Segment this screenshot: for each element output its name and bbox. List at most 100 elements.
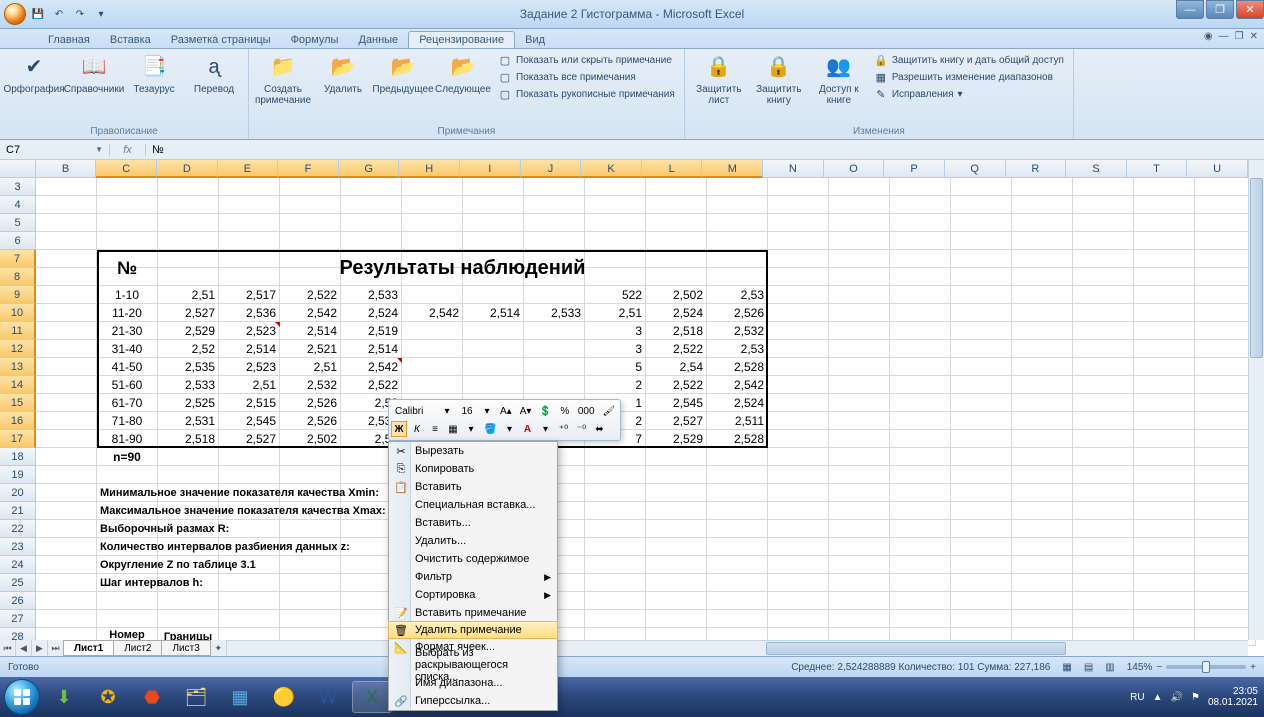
- cell-S8[interactable]: [1073, 268, 1134, 286]
- hscroll-thumb[interactable]: [766, 642, 1066, 655]
- cell-I5[interactable]: [463, 214, 524, 232]
- cell-P3[interactable]: [890, 178, 951, 196]
- cell-O20[interactable]: [829, 484, 890, 502]
- cell-O11[interactable]: [829, 322, 890, 340]
- context-item-5[interactable]: Удалить...: [389, 532, 557, 550]
- cell-S6[interactable]: [1073, 232, 1134, 250]
- cell-Q4[interactable]: [951, 196, 1012, 214]
- mini-percent-icon[interactable]: %: [557, 403, 573, 419]
- col-header-F[interactable]: F: [278, 160, 339, 178]
- cell-K27[interactable]: [585, 610, 646, 628]
- cell-B16[interactable]: [36, 412, 97, 430]
- cell-E5[interactable]: [219, 214, 280, 232]
- cell-R3[interactable]: [1012, 178, 1073, 196]
- col-header-C[interactable]: C: [96, 160, 157, 178]
- cell-L4[interactable]: [646, 196, 707, 214]
- tray-flag-icon[interactable]: ⚑: [1191, 692, 1200, 703]
- col-header-P[interactable]: P: [884, 160, 945, 178]
- cell-G5[interactable]: [341, 214, 402, 232]
- cell-R21[interactable]: [1012, 502, 1073, 520]
- cell-S26[interactable]: [1073, 592, 1134, 610]
- mini-dd2-icon[interactable]: ▾: [479, 403, 495, 419]
- research-button[interactable]: 📖Справочники: [66, 52, 122, 95]
- cell-D18[interactable]: [158, 448, 219, 466]
- cell-K4[interactable]: [585, 196, 646, 214]
- cell-T20[interactable]: [1134, 484, 1195, 502]
- mini-italic-button[interactable]: К: [409, 421, 425, 437]
- row-header-23[interactable]: 23: [0, 538, 36, 556]
- cell-T22[interactable]: [1134, 520, 1195, 538]
- cell-J4[interactable]: [524, 196, 585, 214]
- cell-K23[interactable]: [585, 538, 646, 556]
- translate-button[interactable]: ᶏПеревод: [186, 52, 242, 95]
- cell-P6[interactable]: [890, 232, 951, 250]
- comment-indicator-icon[interactable]: [275, 322, 280, 327]
- col-header-J[interactable]: J: [521, 160, 582, 178]
- row-header-21[interactable]: 21: [0, 502, 36, 520]
- cell-D4[interactable]: [158, 196, 219, 214]
- cell-U18[interactable]: [1195, 448, 1256, 466]
- context-item-3[interactable]: Специальная вставка...: [389, 496, 557, 514]
- cell-P4[interactable]: [890, 196, 951, 214]
- cell-O13[interactable]: [829, 358, 890, 376]
- cell-Q21[interactable]: [951, 502, 1012, 520]
- cell-T16[interactable]: [1134, 412, 1195, 430]
- cell-Q20[interactable]: [951, 484, 1012, 502]
- cell-N5[interactable]: [768, 214, 829, 232]
- cell-T24[interactable]: [1134, 556, 1195, 574]
- cell-S24[interactable]: [1073, 556, 1134, 574]
- cell-K21[interactable]: [585, 502, 646, 520]
- cell-Q17[interactable]: [951, 430, 1012, 448]
- cell-N8[interactable]: [768, 268, 829, 286]
- cell-O8[interactable]: [829, 268, 890, 286]
- cell-T11[interactable]: [1134, 322, 1195, 340]
- tray-volume-icon[interactable]: 🔊: [1171, 692, 1183, 703]
- qat-save-icon[interactable]: 💾: [29, 5, 47, 23]
- ribbon-tab-3[interactable]: Формулы: [281, 32, 349, 48]
- cell-H6[interactable]: [402, 232, 463, 250]
- cell-B24[interactable]: [36, 556, 97, 574]
- cell-N20[interactable]: [768, 484, 829, 502]
- cell-P15[interactable]: [890, 394, 951, 412]
- context-item-1[interactable]: ⎘Копировать: [389, 460, 557, 478]
- col-header-E[interactable]: E: [218, 160, 279, 178]
- row-header-18[interactable]: 18: [0, 448, 36, 466]
- mini-dec-inc-icon[interactable]: ⁺⁰: [555, 421, 571, 437]
- cell-E18[interactable]: [219, 448, 280, 466]
- zoom-knob[interactable]: [1202, 661, 1210, 673]
- cell-N25[interactable]: [768, 574, 829, 592]
- cell-C25[interactable]: Шаг интервалов h:: [97, 574, 402, 592]
- cell-N27[interactable]: [768, 610, 829, 628]
- cell-P5[interactable]: [890, 214, 951, 232]
- taskbar-excel[interactable]: X: [352, 681, 392, 713]
- cell-Q19[interactable]: [951, 466, 1012, 484]
- row-header-16[interactable]: 16: [0, 412, 36, 430]
- cell-K5[interactable]: [585, 214, 646, 232]
- cell-L23[interactable]: [646, 538, 707, 556]
- cell-T25[interactable]: [1134, 574, 1195, 592]
- cell-C27[interactable]: [97, 610, 158, 628]
- cell-O19[interactable]: [829, 466, 890, 484]
- cell-R24[interactable]: [1012, 556, 1073, 574]
- cell-U19[interactable]: [1195, 466, 1256, 484]
- cell-N12[interactable]: [768, 340, 829, 358]
- cell-T5[interactable]: [1134, 214, 1195, 232]
- col-header-T[interactable]: T: [1127, 160, 1188, 178]
- cell-B20[interactable]: [36, 484, 97, 502]
- cell-Q15[interactable]: [951, 394, 1012, 412]
- cell-P9[interactable]: [890, 286, 951, 304]
- cell-T12[interactable]: [1134, 340, 1195, 358]
- cell-U15[interactable]: [1195, 394, 1256, 412]
- cell-R6[interactable]: [1012, 232, 1073, 250]
- cell-B13[interactable]: [36, 358, 97, 376]
- cell-O15[interactable]: [829, 394, 890, 412]
- show-hide-comment-button[interactable]: ▢Показать или скрыть примечание: [495, 52, 678, 68]
- cell-U11[interactable]: [1195, 322, 1256, 340]
- cell-T27[interactable]: [1134, 610, 1195, 628]
- minimize-button[interactable]: —: [1176, 0, 1204, 19]
- context-item-7[interactable]: Фильтр▶: [389, 568, 557, 586]
- prev-comment-button[interactable]: 📂Предыдущее: [375, 52, 431, 95]
- cell-S25[interactable]: [1073, 574, 1134, 592]
- cell-B21[interactable]: [36, 502, 97, 520]
- cell-T7[interactable]: [1134, 250, 1195, 268]
